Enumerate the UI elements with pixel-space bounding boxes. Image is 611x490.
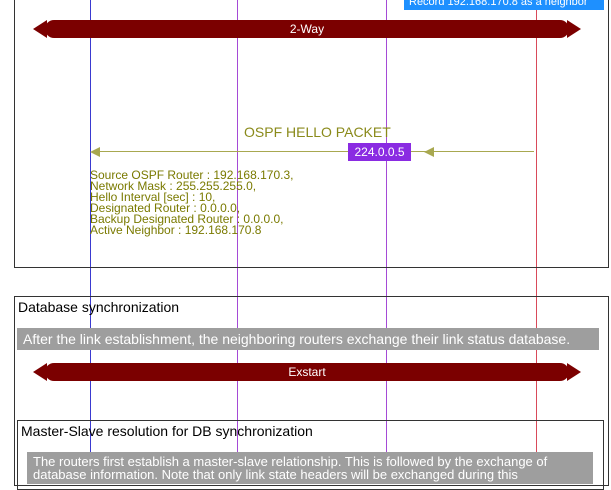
hello-packet-arrow	[96, 151, 534, 152]
state-2way-banner: 2-Way	[33, 20, 581, 38]
db-sync-title: Database synchronization	[18, 299, 180, 315]
packet-destination: 224.0.0.5	[348, 143, 411, 161]
master-slave-title: Master-Slave resolution for DB synchroni…	[21, 423, 313, 439]
arrowhead-mid	[424, 147, 434, 157]
arrowhead-left	[90, 147, 100, 157]
packet-title: OSPF HELLO PACKET	[244, 124, 391, 140]
state-exstart-banner: Exstart	[33, 363, 581, 381]
master-slave-line-2: database information. Note that only lin…	[33, 467, 518, 482]
packet-fields: Source OSPF Router : 192.168.170.3, Netw…	[90, 169, 293, 237]
record-neighbor-note: Record 192.168.170.8 as a neighbor	[404, 0, 604, 10]
packet-field: Active Neighbor : 192.168.170.8	[90, 223, 262, 237]
master-slave-description: The routers first establish a master-sla…	[27, 452, 593, 484]
db-sync-description: After the link establishment, the neighb…	[17, 328, 599, 350]
